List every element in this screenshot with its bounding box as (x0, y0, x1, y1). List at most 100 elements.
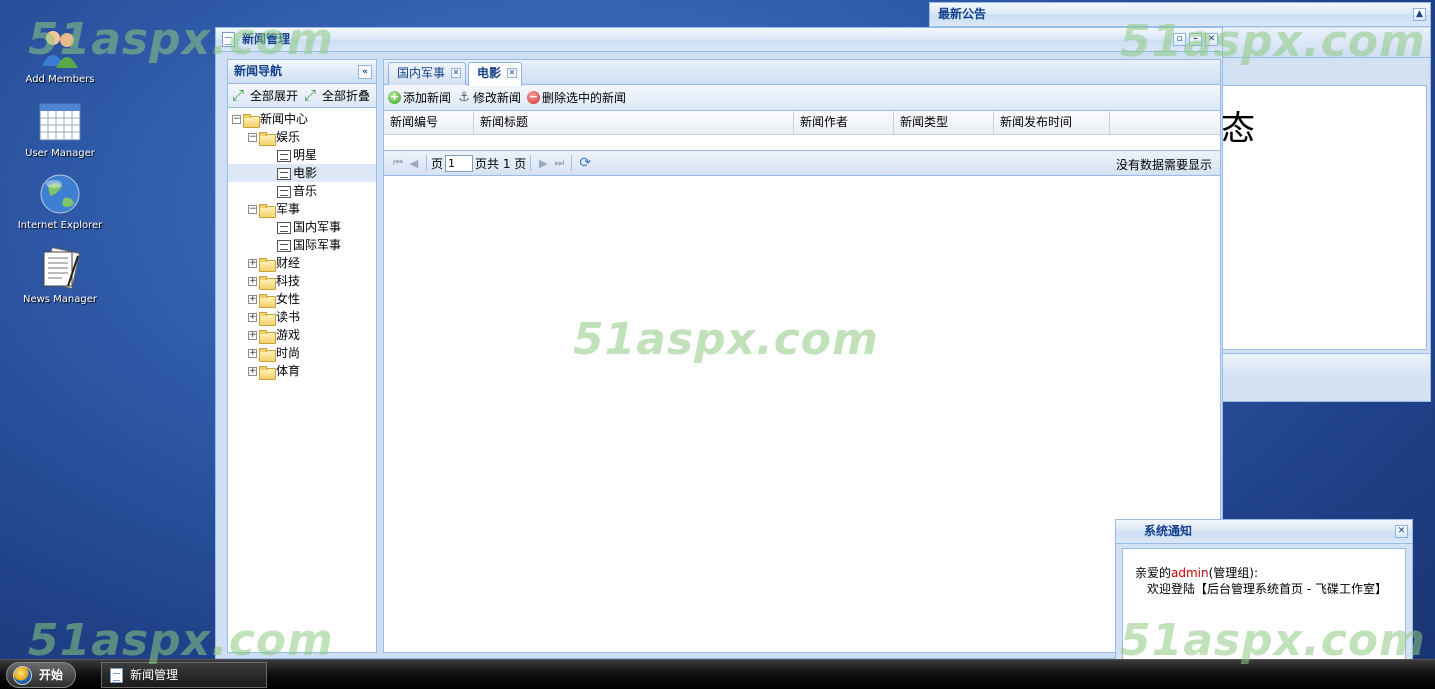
expand-toggle-icon[interactable]: + (248, 331, 257, 340)
tree-node[interactable]: − 娱乐 (228, 128, 376, 146)
edit-news-button[interactable]: ⚓ 修改新闻 (457, 89, 521, 106)
close-icon[interactable]: ✕ (1205, 33, 1218, 46)
column-header-publish-time[interactable]: 新闻发布时间 (994, 111, 1110, 134)
greeting-suffix: (管理组): (1208, 566, 1259, 580)
desktop-icon-internet-explorer[interactable]: Internet Explorer (14, 172, 106, 232)
tree-node[interactable]: + 科技 (228, 272, 376, 290)
tab-movie[interactable]: 电影 ✕ (468, 62, 523, 86)
tree-node[interactable]: − 新闻中心 (228, 110, 376, 128)
folder-icon (259, 275, 276, 290)
column-header-title[interactable]: 新闻标题 (474, 111, 794, 134)
folder-icon (259, 203, 276, 218)
expand-toggle-icon[interactable]: + (248, 367, 257, 376)
start-orb-icon (13, 666, 32, 685)
collapse-toggle-icon[interactable]: − (248, 133, 257, 142)
expand-toggle-icon[interactable]: + (248, 259, 257, 268)
expand-toggle-icon[interactable]: + (248, 277, 257, 286)
tab-close-icon[interactable]: ✕ (507, 68, 518, 78)
anchor-icon: ⚓ (458, 89, 470, 105)
delete-news-button[interactable]: − 删除选中的新闻 (527, 89, 626, 106)
tree-node[interactable]: 明星 (228, 146, 376, 164)
last-page-icon[interactable]: ⏭ (551, 156, 567, 170)
tree-node-label: 体育 (276, 364, 301, 378)
expand-toggle-icon[interactable]: + (248, 349, 257, 358)
tree-node[interactable]: 国际军事 (228, 236, 376, 254)
tab-close-icon[interactable]: ✕ (451, 68, 462, 78)
tree-node-label: 财经 (276, 256, 301, 270)
tree-node[interactable]: + 时尚 (228, 344, 376, 362)
news-content-panel: 国内军事 ✕ 电影 ✕ + 添加新闻 ⚓ 修改新闻 − 删除选中的新闻 新闻编号… (383, 59, 1221, 653)
expand-toggle-icon[interactable]: + (248, 295, 257, 304)
desktop-icon-label: Internet Explorer (17, 220, 103, 231)
nav-header: 新闻导航 « (228, 60, 376, 84)
tree-node-label: 新闻中心 (260, 112, 309, 126)
desktop-icon-news-manager[interactable]: News Manager (14, 246, 106, 306)
tree-node-label: 时尚 (276, 346, 301, 360)
tab-domestic-military[interactable]: 国内军事 ✕ (388, 62, 467, 85)
tree-node-label: 娱乐 (276, 130, 301, 144)
add-news-button[interactable]: + 添加新闻 (388, 89, 451, 106)
start-label: 开始 (39, 668, 64, 682)
desktop-icon-label: Add Members (25, 74, 95, 85)
collapse-all-button[interactable]: 全部折叠 (304, 86, 371, 104)
column-header-author[interactable]: 新闻作者 (794, 111, 894, 134)
document-leaf-icon (277, 149, 291, 162)
column-header-type[interactable]: 新闻类型 (894, 111, 994, 134)
tree-node[interactable]: + 女性 (228, 290, 376, 308)
window-title: 新闻管理 (242, 32, 291, 46)
column-header-id[interactable]: 新闻编号 (384, 111, 474, 134)
news-category-tree: − 新闻中心 − 娱乐 明星 电影 音乐 − 军事 国内军事 国际军事 + 财经 + 科技 + 女性 + 读书 + 游戏… (228, 108, 376, 380)
tree-node[interactable]: + 读书 (228, 308, 376, 326)
tree-node-label: 女性 (276, 292, 301, 306)
announcement-window-header[interactable]: 最新公告 ▲ (930, 3, 1430, 27)
announcement-text: 态 (1221, 109, 1255, 149)
document-leaf-icon (277, 221, 291, 234)
refresh-icon[interactable]: ⟳ (576, 155, 594, 171)
collapse-toggle-icon[interactable]: − (248, 205, 257, 214)
first-page-icon[interactable]: ⏮ (390, 156, 406, 170)
tree-node[interactable]: − 军事 (228, 200, 376, 218)
prev-page-icon[interactable]: ◀ (406, 157, 422, 170)
tree-node-label: 电影 (293, 166, 318, 180)
taskbar-item-news-manager[interactable]: 新闻管理 (101, 662, 267, 688)
next-page-icon[interactable]: ▶ (535, 157, 551, 170)
tree-node[interactable]: + 游戏 (228, 326, 376, 344)
users-icon (38, 26, 82, 70)
close-icon[interactable]: ✕ (1395, 525, 1408, 538)
folder-icon (259, 311, 276, 326)
folder-icon (259, 257, 276, 272)
tree-node[interactable]: + 财经 (228, 254, 376, 272)
tree-node[interactable]: 电影 (228, 164, 376, 182)
start-button[interactable]: 开始 (6, 662, 76, 688)
system-notification-header[interactable]: 系统通知 ✕ (1116, 520, 1412, 544)
collapse-up-icon[interactable]: ▲ (1413, 8, 1426, 21)
expand-all-button[interactable]: 全部展开 (232, 86, 298, 104)
user-name: admin (1171, 566, 1209, 580)
add-icon: + (388, 90, 401, 104)
page-number-input[interactable] (445, 154, 474, 172)
separator (426, 155, 427, 171)
tree-node[interactable]: + 体育 (228, 362, 376, 380)
news-manager-window-header[interactable]: 新闻管理 ▫ – ✕ (216, 28, 1222, 52)
tree-node[interactable]: 音乐 (228, 182, 376, 200)
greeting-line: 亲爱的admin(管理组): (1135, 565, 1405, 581)
tree-node-label: 军事 (276, 202, 301, 216)
globe-icon (38, 172, 82, 216)
document-icon (110, 668, 123, 683)
desktop-icon-user-manager[interactable]: User Manager (14, 100, 106, 160)
paging-status: 没有数据需要显示 (1115, 158, 1212, 172)
nav-toolbar: 全部展开 全部折叠 (228, 84, 376, 108)
minimize-icon[interactable]: – (1189, 33, 1202, 46)
grid-body (384, 135, 1220, 151)
tree-node[interactable]: 国内军事 (228, 218, 376, 236)
restore-icon[interactable]: ▫ (1173, 33, 1186, 46)
collapse-all-label: 全部折叠 (322, 89, 371, 103)
paging-toolbar: ⏮ ◀ 页 页共 1 页 ▶ ⏭ ⟳ 没有数据需要显示 (384, 151, 1220, 176)
tree-node-label: 国际军事 (293, 238, 342, 252)
desktop-icon-add-members[interactable]: Add Members (14, 26, 106, 86)
collapse-toggle-icon[interactable]: − (232, 115, 241, 124)
greeting-prefix: 亲爱的 (1135, 566, 1172, 580)
expand-toggle-icon[interactable]: + (248, 313, 257, 322)
double-chevron-left-icon[interactable]: « (358, 65, 372, 79)
tree-node-label: 明星 (293, 148, 318, 162)
